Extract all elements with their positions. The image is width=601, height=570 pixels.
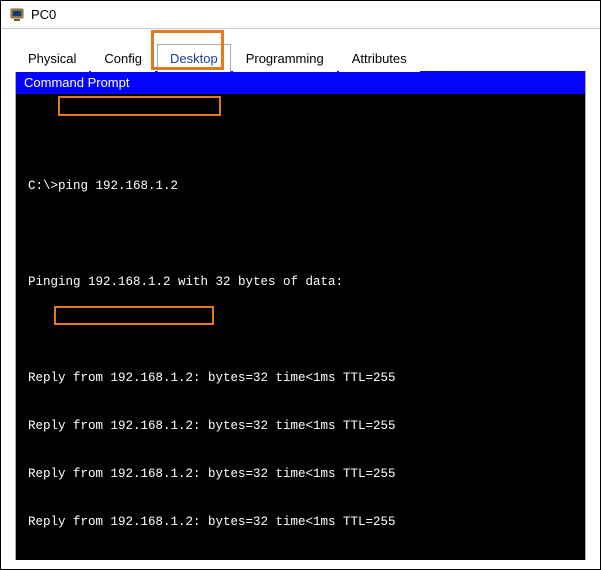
terminal-line (16, 226, 585, 242)
window-title: PC0 (31, 7, 56, 22)
terminal-line: Reply from 192.168.1.2: bytes=32 time<1m… (16, 514, 585, 530)
terminal-line: Reply from 192.168.1.2: bytes=32 time<1m… (16, 466, 585, 482)
terminal-panel: Command Prompt C:\>ping 192.168.1.2 Ping… (15, 71, 586, 560)
tab-programming[interactable]: Programming (233, 44, 337, 72)
terminal-line (16, 322, 585, 338)
highlight-box-cmd1 (58, 96, 221, 116)
tab-config[interactable]: Config (91, 44, 155, 72)
terminal-line (16, 130, 585, 146)
terminal-line: Reply from 192.168.1.2: bytes=32 time<1m… (16, 418, 585, 434)
content-area: Physical Config Desktop Programming Attr… (1, 29, 600, 560)
command-prompt-header: Command Prompt (16, 71, 585, 94)
terminal-line: Reply from 192.168.1.2: bytes=32 time<1m… (16, 370, 585, 386)
tab-physical[interactable]: Physical (15, 44, 89, 72)
terminal-output[interactable]: C:\>ping 192.168.1.2 Pinging 192.168.1.2… (16, 94, 585, 560)
tabs-bar: Physical Config Desktop Programming Attr… (15, 43, 586, 72)
terminal-line: Pinging 192.168.1.2 with 32 bytes of dat… (16, 274, 585, 290)
terminal-line: C:\>ping 192.168.1.2 (16, 178, 585, 194)
tab-attributes[interactable]: Attributes (339, 44, 420, 72)
pc-icon (9, 7, 25, 23)
tab-desktop[interactable]: Desktop (157, 44, 231, 72)
title-bar: PC0 (1, 1, 600, 29)
